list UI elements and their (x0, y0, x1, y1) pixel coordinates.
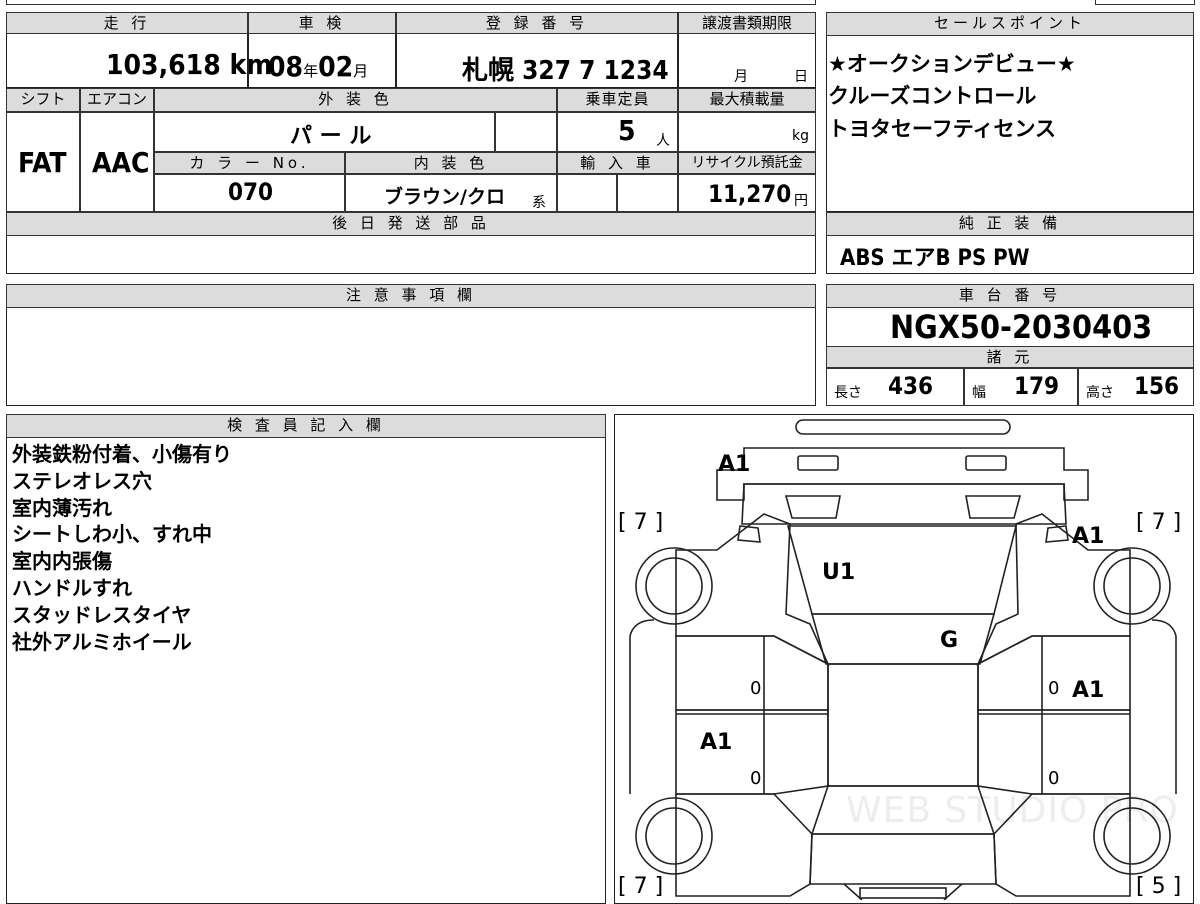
inspection-month: 02 (318, 50, 354, 83)
tire-fl-mark: [ 7 ] (618, 510, 664, 535)
transfer-label: 譲渡書類期限 (678, 12, 816, 34)
spec-width-value: 179 (1014, 372, 1060, 400)
zero-mark-1: 0 (750, 678, 762, 699)
capacity-label: 乗車定員 (557, 88, 678, 112)
inspector-line: ハンドルすれ (12, 575, 132, 600)
transfer-day: 日 (794, 69, 808, 85)
import-cell-b (617, 174, 678, 212)
recycle-value: 11,270 (708, 180, 792, 208)
ac-value: AAC (92, 146, 150, 179)
import-label: 輸 入 車 (557, 152, 678, 174)
zero-mark-2: 0 (1048, 678, 1060, 699)
month-unit: 月 (353, 62, 369, 80)
inspector-line: シートしわ小、すれ中 (12, 522, 212, 547)
damage-left-rear-door-a1: A1 (700, 730, 733, 755)
zero-mark-3: 0 (750, 768, 762, 789)
max-load-label: 最大積載量 (678, 88, 816, 112)
inspection-year: 08 (268, 50, 304, 83)
max-load-unit: kg (792, 128, 809, 144)
damage-right-door-a1: A1 (1072, 678, 1105, 703)
sales-box (826, 12, 1194, 212)
watermark: WEB STUDIO PRO (846, 790, 1179, 831)
damage-windshield-u1: U1 (822, 560, 856, 585)
spec-height-label: 高さ (1086, 385, 1114, 401)
inspector-line: 外装鉄粉付着、小傷有り (12, 442, 232, 466)
ac-label: エアコン (80, 88, 154, 112)
year-unit: 年 (303, 62, 319, 80)
inspection-label: 車 検 (248, 12, 396, 34)
chassis-label: 車 台 番 号 (826, 284, 1194, 308)
exterior-cell-b (495, 112, 557, 152)
notes-label: 注 意 事 項 欄 (6, 284, 816, 308)
import-cell-a (557, 174, 617, 212)
tire-rl-mark: [ 7 ] (618, 874, 664, 899)
mileage-number: 103,618 (106, 48, 221, 81)
top-strip-right (1095, 0, 1195, 5)
sales-line-3: トヨタセーフティセンス (828, 117, 1057, 141)
inspector-lines: 外装鉄粉付着、小傷有り ステレオレス穴 室内薄汚れ シートしわ小、すれ中 室内内… (12, 441, 232, 655)
shift-label: シフト (6, 88, 80, 112)
recycle-label: リサイクル預託金 (678, 152, 816, 174)
inspector-line: ステレオレス穴 (12, 468, 152, 493)
damage-roof-g: G (940, 628, 959, 653)
inspector-line: スタッドレスタイヤ (12, 602, 192, 627)
exterior-value: パ ー ル (290, 124, 372, 149)
sales-line-2: クルーズコントロール (828, 84, 1037, 108)
transfer-month: 月 (734, 69, 748, 85)
recycle-unit: 円 (794, 193, 808, 209)
capacity-value: 5 (618, 114, 636, 147)
interior-suffix: 系 (532, 195, 546, 211)
spec-height-value: 156 (1134, 372, 1180, 400)
damage-front-a1: A1 (718, 452, 751, 477)
capacity-unit: 人 (656, 133, 670, 149)
spec-length-label: 長さ (834, 385, 862, 401)
spec-width-label: 幅 (972, 385, 986, 401)
interior-label: 内 装 色 (345, 152, 557, 174)
tire-rr-mark: [ 5 ] (1136, 874, 1182, 899)
exterior-label: 外 装 色 (154, 88, 557, 112)
specs-label: 諸 元 (826, 346, 1194, 368)
later-parts-label: 後 日 発 送 部 品 (6, 212, 816, 236)
registration-value: 札幌 327 7 1234 (462, 56, 669, 86)
color-no-value: 070 (228, 178, 274, 206)
top-strip-left (6, 0, 816, 5)
equipment-label: 純 正 装 備 (826, 212, 1194, 236)
tire-fr-mark: [ 7 ] (1136, 510, 1182, 535)
sales-label: セールスポイント (826, 12, 1194, 36)
chassis-value: NGX50-2030403 (890, 308, 1153, 346)
inspector-line: 室内内張傷 (12, 549, 112, 574)
inspector-label: 検 査 員 記 入 欄 (6, 414, 606, 438)
interior-value: ブラウン/クロ (384, 186, 505, 208)
color-no-label: カ ラ ー No. (154, 152, 345, 174)
equipment-value: ABS エアB PS PW (840, 246, 1030, 271)
mileage-label: 走 行 (6, 12, 248, 34)
shift-value: FAT (18, 146, 67, 179)
inspection-date: 08年02月 (268, 50, 368, 83)
spec-length-value: 436 (888, 372, 934, 400)
registration-label: 登 録 番 号 (396, 12, 678, 34)
inspector-line: 室内薄汚れ (12, 495, 112, 520)
damage-front-right-a1: A1 (1072, 524, 1105, 549)
zero-mark-4: 0 (1048, 768, 1060, 789)
inspector-line: 社外アルミホイール (12, 629, 192, 654)
sales-line-1: ★オークションデビュー★ (828, 52, 1076, 76)
